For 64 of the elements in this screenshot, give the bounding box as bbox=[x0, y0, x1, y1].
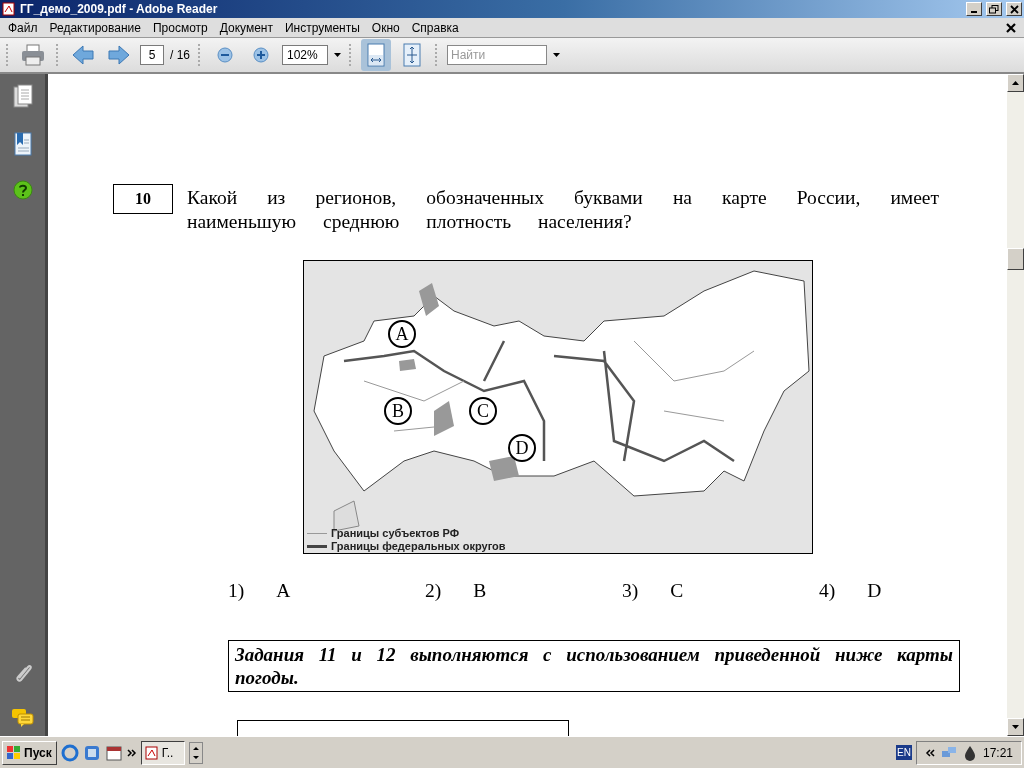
up-arrow-icon bbox=[1012, 81, 1019, 85]
right-arrow-icon bbox=[108, 45, 130, 65]
menu-item[interactable]: Окно bbox=[365, 20, 406, 35]
page-number-field[interactable]: 5 bbox=[140, 45, 164, 65]
desktop-icon[interactable] bbox=[82, 743, 101, 762]
answer-option: D bbox=[867, 580, 882, 602]
pages-icon[interactable] bbox=[12, 84, 33, 108]
answer-number: 2) bbox=[425, 580, 442, 602]
help-icon[interactable] bbox=[12, 180, 33, 200]
page-total: / 16 bbox=[170, 48, 190, 62]
scroll-thumb[interactable] bbox=[1007, 248, 1024, 270]
left-arrow-icon bbox=[72, 45, 94, 65]
scroll-up-button[interactable] bbox=[1007, 74, 1024, 92]
answer-option: C bbox=[670, 580, 684, 602]
question-number: 10 bbox=[113, 184, 173, 214]
restore-button[interactable] bbox=[986, 2, 1002, 16]
legend-label: Границы федеральных округов bbox=[331, 540, 506, 552]
zoom-out-icon bbox=[217, 47, 233, 63]
comments-icon[interactable] bbox=[10, 708, 35, 728]
answer-number: 3) bbox=[622, 580, 639, 602]
question-text: Какой из регионов, обозначенных буквами на карте России, имеет наименьшую среднюю плотность населения? bbox=[187, 186, 939, 234]
bookmark-document-icon[interactable] bbox=[13, 132, 32, 156]
dropdown-caret-icon[interactable] bbox=[553, 53, 560, 57]
task-note: Задания 11 и 12 выполняются с использованием приведенной ниже карты погоды. bbox=[228, 640, 960, 692]
pdf-file-icon bbox=[2, 2, 16, 16]
taskbar-window-button[interactable]: Г.. bbox=[140, 740, 185, 765]
answer-number: 4) bbox=[819, 580, 836, 602]
zoom-field[interactable]: 102% bbox=[282, 45, 328, 65]
scroll-down-button[interactable] bbox=[1007, 718, 1024, 736]
menu-item[interactable]: Файл bbox=[2, 20, 44, 35]
minimize-button[interactable] bbox=[966, 2, 982, 16]
chevron-icon[interactable] bbox=[126, 747, 137, 758]
answer-option: A bbox=[276, 580, 291, 602]
restore-icon bbox=[989, 4, 999, 14]
window-title: ГГ_демо_2009.pdf - Adobe Reader bbox=[20, 2, 219, 16]
menu-item[interactable]: Справка bbox=[405, 20, 465, 35]
close-icon[interactable] bbox=[1006, 22, 1016, 33]
menu-item[interactable]: Просмотр bbox=[146, 20, 214, 35]
menu-item[interactable]: Редактирование bbox=[43, 20, 147, 35]
scrollbar[interactable] bbox=[1007, 74, 1024, 736]
calendar-icon[interactable] bbox=[104, 743, 123, 762]
start-button[interactable]: Пуск bbox=[2, 740, 57, 765]
answer-number: 1) bbox=[228, 580, 245, 602]
answer-option: B bbox=[473, 580, 487, 602]
close-button[interactable] bbox=[1006, 2, 1022, 16]
legend-label: Границы субъектов РФ bbox=[331, 527, 460, 539]
down-arrow-icon bbox=[1012, 725, 1019, 729]
double-chevron-icon[interactable] bbox=[924, 747, 935, 758]
browser-icon[interactable] bbox=[60, 743, 79, 762]
windows-logo-icon bbox=[7, 745, 21, 760]
thin-line-icon bbox=[307, 532, 327, 534]
search-field[interactable]: Найти bbox=[447, 45, 547, 65]
clock: 17:21 bbox=[982, 745, 1013, 760]
drop-icon[interactable] bbox=[962, 744, 977, 761]
language-indicator[interactable]: EN bbox=[896, 745, 912, 760]
dropdown-caret-icon[interactable] bbox=[334, 53, 341, 57]
fit-width-button[interactable] bbox=[361, 39, 391, 71]
scroll-arrows-icon[interactable] bbox=[188, 741, 203, 764]
thick-line-icon bbox=[307, 544, 327, 548]
menu-item[interactable]: Инструменты bbox=[279, 20, 366, 35]
zoom-in-icon bbox=[253, 47, 269, 63]
close-icon bbox=[1009, 4, 1019, 14]
pdf-file-icon bbox=[144, 745, 159, 760]
menu-item[interactable]: Документ bbox=[213, 20, 279, 35]
